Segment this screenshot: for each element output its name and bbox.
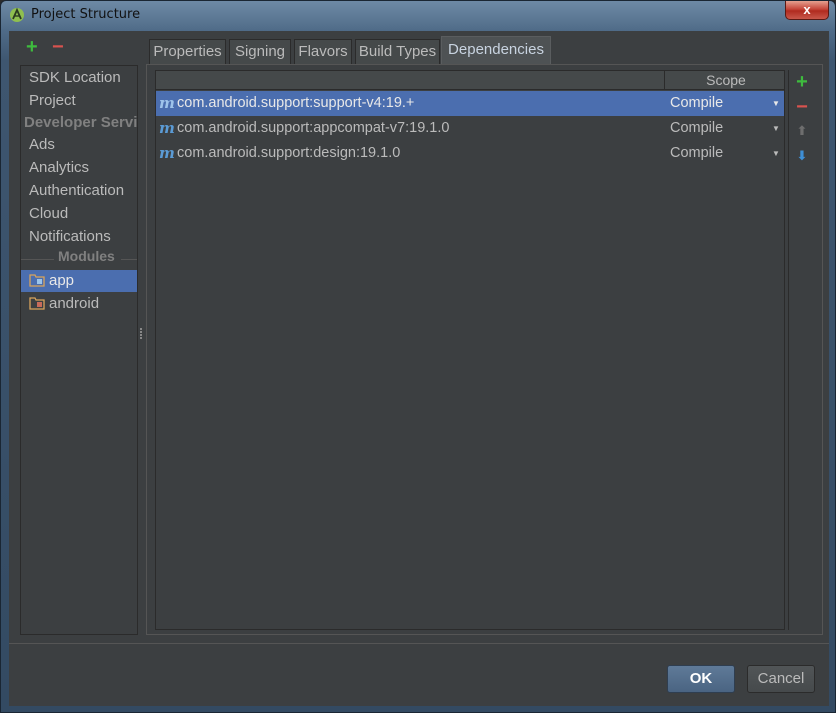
sidebar-header-developer-services: Developer Services: [24, 114, 138, 131]
module-label: android: [49, 295, 100, 312]
column-header-dependency[interactable]: [156, 71, 665, 90]
module-label: app: [49, 272, 75, 289]
splitter-handle[interactable]: [140, 327, 144, 341]
tab-build-types[interactable]: Build Types: [355, 39, 440, 64]
tab-properties[interactable]: Properties: [149, 39, 226, 64]
dependency-toolbar: + − ⬆ ⬇: [788, 70, 814, 630]
dropdown-arrow-icon[interactable]: ▼: [772, 141, 780, 166]
module-folder-icon: [29, 274, 45, 287]
window-title: Project Structure: [31, 7, 141, 22]
android-studio-icon: [10, 7, 24, 22]
sidebar-toolbar: + −: [9, 31, 149, 65]
maven-icon: m: [159, 94, 175, 112]
dropdown-arrow-icon[interactable]: ▼: [772, 91, 780, 116]
dependency-name: com.android.support:design:19.1.0: [177, 145, 401, 161]
table-header: Scope: [156, 71, 784, 90]
add-module-icon[interactable]: +: [26, 37, 38, 57]
sidebar-item-ads[interactable]: Ads: [21, 134, 137, 156]
title-bar[interactable]: Project Structure x: [1, 1, 835, 29]
sidebar-item-module-app[interactable]: app: [21, 270, 137, 292]
close-button[interactable]: x: [785, 1, 829, 20]
dropdown-arrow-icon[interactable]: ▼: [772, 116, 780, 141]
scope-value[interactable]: Compile: [670, 116, 723, 141]
tab-signing[interactable]: Signing: [229, 39, 291, 64]
separator-line: [121, 259, 137, 260]
sidebar-item-module-android[interactable]: android: [21, 293, 137, 315]
remove-dependency-icon[interactable]: −: [793, 97, 811, 117]
sidebar-item-cloud[interactable]: Cloud: [21, 203, 137, 225]
table-row[interactable]: m com.android.support:design:19.1.0 Comp…: [156, 141, 784, 166]
scope-value[interactable]: Compile: [670, 141, 723, 166]
sidebar-item-sdk-location[interactable]: SDK Location: [21, 67, 137, 89]
maven-icon: m: [159, 144, 175, 162]
separator-line: [21, 259, 54, 260]
dependency-name: com.android.support:support-v4:19.+: [177, 95, 415, 111]
move-up-icon[interactable]: ⬆: [793, 122, 811, 140]
add-dependency-icon[interactable]: +: [793, 72, 811, 92]
ok-button[interactable]: OK: [667, 665, 735, 693]
module-folder-icon: [29, 297, 45, 310]
tab-dependencies[interactable]: Dependencies: [441, 36, 551, 64]
sidebar-item-analytics[interactable]: Analytics: [21, 157, 137, 179]
move-down-icon[interactable]: ⬇: [793, 147, 811, 165]
remove-module-icon[interactable]: −: [52, 37, 64, 57]
dependencies-panel: Scope m com.android.support:support-v4:1…: [146, 64, 823, 635]
dependencies-table: Scope m com.android.support:support-v4:1…: [155, 70, 785, 630]
sidebar: SDK Location Project Developer Services …: [20, 65, 138, 635]
dialog-content: + − SDK Location Project Developer Servi…: [9, 31, 829, 706]
tab-flavors[interactable]: Flavors: [294, 39, 352, 64]
scope-value[interactable]: Compile: [670, 91, 723, 116]
cancel-button[interactable]: Cancel: [747, 665, 815, 693]
footer-divider: [9, 643, 829, 644]
project-structure-window: Project Structure x + − SDK Location Pro…: [0, 0, 836, 713]
modules-separator: Modules: [21, 248, 137, 268]
table-row[interactable]: m com.android.support:appcompat-v7:19.1.…: [156, 116, 784, 141]
table-row[interactable]: m com.android.support:support-v4:19.+ Co…: [156, 91, 784, 116]
sidebar-item-project[interactable]: Project: [21, 90, 137, 112]
sidebar-item-authentication[interactable]: Authentication: [21, 180, 137, 202]
dependency-name: com.android.support:appcompat-v7:19.1.0: [177, 120, 450, 136]
sidebar-header-modules: Modules: [58, 248, 115, 264]
column-header-scope[interactable]: Scope: [666, 71, 784, 90]
maven-icon: m: [159, 119, 175, 137]
sidebar-item-notifications[interactable]: Notifications: [21, 226, 137, 248]
